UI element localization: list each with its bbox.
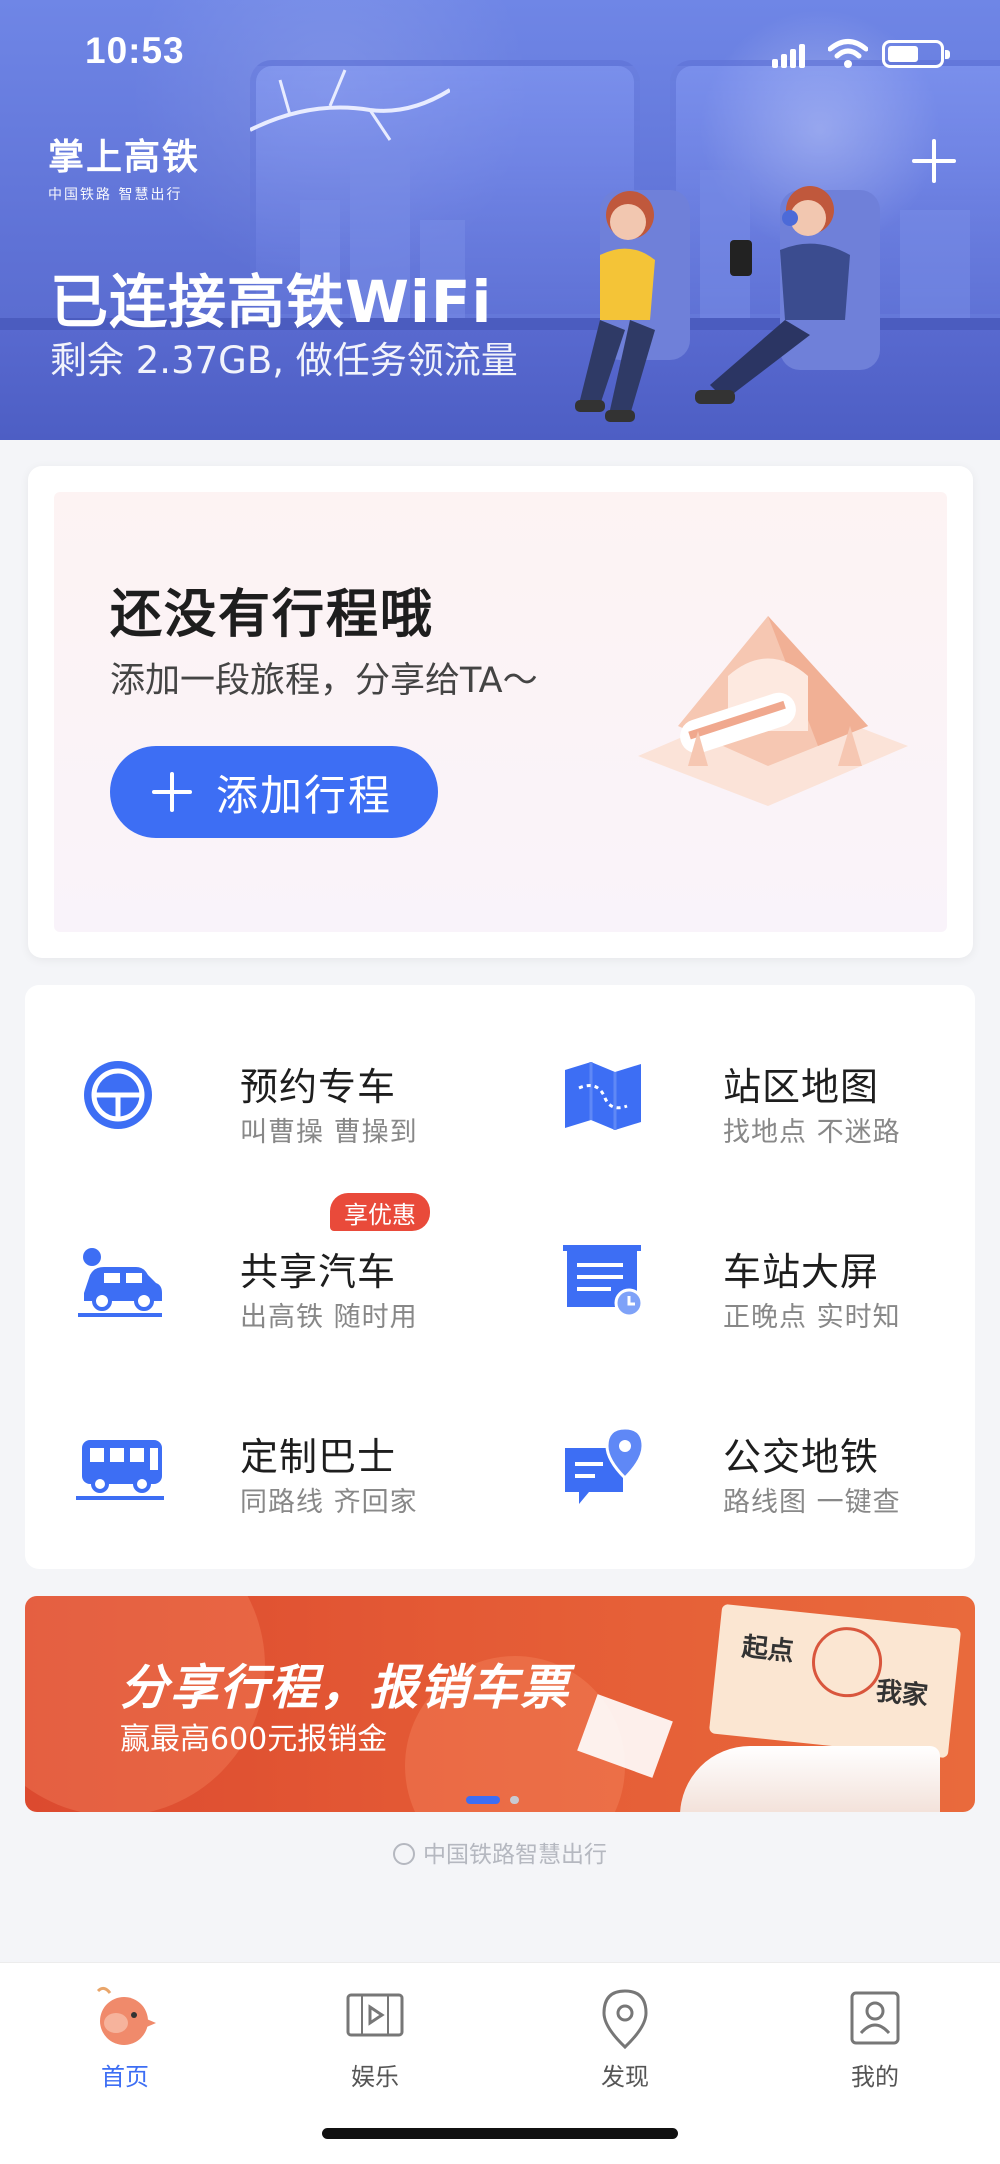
service-station-screen[interactable]: 车站大屏 正晚点 实时知 <box>553 1225 993 1345</box>
ticket-to: 我家 <box>874 1676 930 1712</box>
service-subtitle: 找地点 不迷路 <box>723 1117 901 1148</box>
battery-icon <box>882 40 950 68</box>
tab-home[interactable]: 首页 <box>0 1963 250 2093</box>
service-subtitle: 出高铁 随时用 <box>240 1302 418 1333</box>
tab-label: 我的 <box>851 2063 899 2091</box>
status-bar: 10:53 <box>0 30 1000 80</box>
city-skyline <box>900 210 970 320</box>
services-grid: 预约专车 叫曹操 曹操到 站区地图 找地点 不迷路 共享汽车 出高铁 随时用 车… <box>25 985 975 1569</box>
banner-title: 分享行程，报销车票 <box>120 1660 571 1716</box>
logo-main-text: 掌上高铁 <box>48 137 201 178</box>
service-title: 站区地图 <box>723 1065 880 1109</box>
train-ticket-illustration: 起点 我家 <box>708 1603 962 1759</box>
service-title: 预约专车 <box>240 1065 397 1109</box>
cellular-signal-icon <box>772 42 806 68</box>
logo-sub-text: 中国铁路 智慧出行 <box>48 187 183 203</box>
banner-pagination <box>466 1796 526 1806</box>
location-pin-icon <box>602 1989 648 2050</box>
trip-card: 还没有行程哦 添加一段旅程，分享给TA～ 添加行程 <box>28 466 973 958</box>
passenger-boy-illustration <box>695 186 880 404</box>
pagination-dot-active <box>466 1796 500 1804</box>
tab-label: 首页 <box>101 2063 149 2091</box>
train-tunnel-illustration <box>638 616 908 806</box>
wifi-data-remaining[interactable]: 剩余 2.37GB, 做任务领流量 <box>50 330 518 384</box>
service-title: 车站大屏 <box>723 1250 880 1294</box>
tab-discover[interactable]: 发现 <box>500 1963 750 2093</box>
add-trip-label: 添加行程 <box>216 771 393 819</box>
tab-label: 娱乐 <box>351 2063 399 2091</box>
service-subtitle: 同路线 齐回家 <box>240 1487 418 1518</box>
tab-label: 发现 <box>601 2063 649 2091</box>
profile-card-icon <box>850 1991 900 2045</box>
promo-banner[interactable]: 分享行程，报销车票 赢最高600元报销金 起点 我家 <box>25 1596 975 1812</box>
schedule-board-icon <box>563 1245 644 1318</box>
car-icon <box>78 1248 162 1317</box>
status-time: 10:53 <box>85 30 185 71</box>
service-subtitle: 叫曹操 曹操到 <box>240 1117 418 1148</box>
home-mascot-icon <box>96 1986 156 2045</box>
railway-logo-icon <box>393 1842 415 1865</box>
map-icon <box>565 1062 641 1130</box>
app-logo: 掌上高铁 中国铁路 智慧出行 <box>48 128 200 204</box>
service-ride-hailing[interactable]: 预约专车 叫曹操 曹操到 <box>70 1040 510 1160</box>
promo-badge: 享优惠 <box>330 1193 430 1231</box>
banner-subtitle: 赢最高600元报销金 <box>120 1722 388 1757</box>
bus-icon <box>76 1440 164 1500</box>
pagination-dot <box>510 1796 519 1804</box>
trip-empty-subtitle: 添加一段旅程，分享给TA～ <box>110 661 538 701</box>
service-title: 共享汽车 <box>240 1250 397 1294</box>
plus-icon <box>152 772 192 812</box>
bullet-train-illustration <box>680 1746 940 1812</box>
plus-icon[interactable] <box>908 135 960 187</box>
service-station-map[interactable]: 站区地图 找地点 不迷路 <box>553 1040 993 1160</box>
tab-entertainment[interactable]: 娱乐 <box>250 1963 500 2093</box>
service-car-sharing[interactable]: 共享汽车 出高铁 随时用 <box>70 1225 510 1345</box>
wifi-icon <box>828 39 868 68</box>
ticket-from: 起点 <box>740 1632 796 1668</box>
add-trip-button[interactable]: 添加行程 <box>110 746 438 838</box>
service-transit[interactable]: 公交地铁 路线图 一键查 <box>553 1410 993 1530</box>
service-custom-bus[interactable]: 定制巴士 同路线 齐回家 <box>70 1410 510 1530</box>
trip-empty-title: 还没有行程哦 <box>110 585 435 645</box>
service-subtitle: 路线图 一键查 <box>723 1487 901 1518</box>
video-play-icon <box>346 1993 404 2037</box>
service-subtitle: 正晚点 实时知 <box>723 1302 901 1333</box>
transit-map-icon <box>565 1426 645 1504</box>
hero-banner[interactable]: 10:53 掌上高铁 中国铁路 智慧出行 已连接高铁WiFi 剩余 2.37GB… <box>0 0 1000 440</box>
home-indicator <box>322 2128 678 2139</box>
service-title: 公交地铁 <box>723 1435 880 1479</box>
tab-profile[interactable]: 我的 <box>750 1963 1000 2093</box>
steering-wheel-icon <box>84 1061 152 1129</box>
footer-brand: 中国铁路智慧出行 <box>0 1835 1000 1869</box>
service-title: 定制巴士 <box>240 1435 397 1479</box>
footer-text: 中国铁路智慧出行 <box>423 1842 607 1868</box>
wifi-status-title: 已连接高铁WiFi <box>50 268 493 336</box>
stamp-icon <box>808 1623 886 1701</box>
passenger-girl-illustration <box>575 190 690 422</box>
